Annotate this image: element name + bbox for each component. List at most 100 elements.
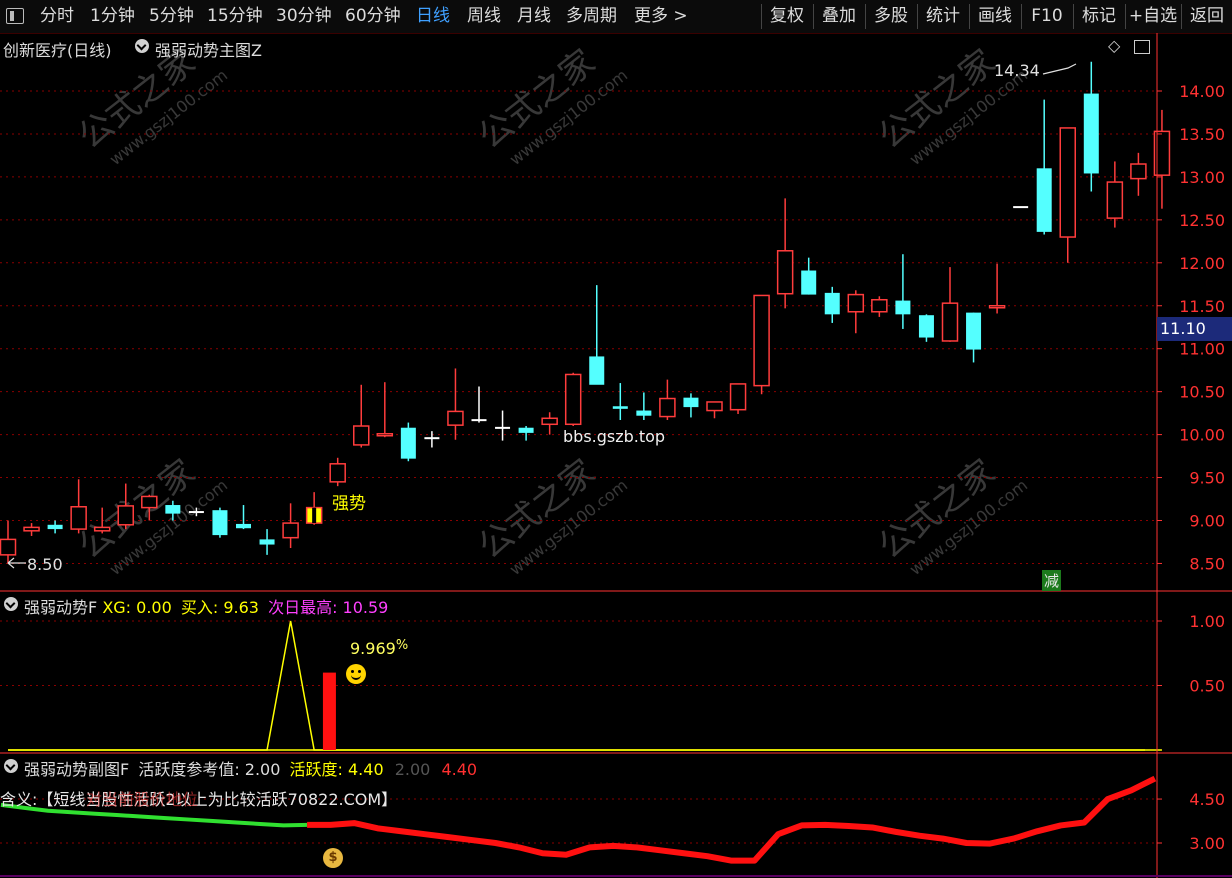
sub2-red-line — [307, 775, 1157, 864]
candle-body — [871, 298, 888, 313]
low-arrow — [7, 557, 26, 569]
sub2-v1: 2.00 — [394, 760, 431, 779]
candle-body — [1106, 181, 1124, 219]
candle-body — [471, 419, 487, 422]
candle-body — [659, 397, 676, 418]
candle — [471, 386, 487, 423]
candle-body — [918, 315, 934, 338]
candle-body — [1083, 93, 1099, 174]
sub2-meaning-open: 【 — [37, 790, 54, 809]
candle — [259, 529, 275, 555]
window-toggle-icon[interactable] — [1134, 40, 1150, 54]
tick-label: 3.00 — [1189, 834, 1225, 853]
candle-body — [518, 427, 534, 433]
sub1-dropdown-icon[interactable] — [4, 597, 18, 611]
candle-body — [282, 522, 299, 539]
candle — [329, 457, 346, 487]
sub2-v2: 4.40 — [441, 760, 478, 779]
sub1-pct-label: 9.969% — [350, 638, 408, 658]
sub1-buy: 买入: 9.63 — [180, 598, 259, 617]
candle-body — [376, 432, 394, 437]
tick-label: 10.00 — [1179, 426, 1225, 445]
candle-body — [1036, 168, 1052, 232]
candle-body — [683, 397, 699, 408]
candle — [1013, 206, 1029, 209]
sub1-next-high: 次日最高: 10.59 — [268, 598, 389, 617]
tick-label: 10.50 — [1179, 383, 1225, 402]
main-indicator-name[interactable]: 强弱动势主图Z — [155, 37, 262, 61]
sub1-name[interactable]: 强弱动势F — [24, 598, 97, 617]
axis-layer: 8.50 9.00 9.50 10.00 10.50 11.00 11.50 12.00 12.… — [0, 33, 1232, 878]
candle-body — [329, 463, 346, 483]
sub2-meaning-prefix: 含义: — [0, 790, 38, 809]
candle — [753, 294, 770, 395]
candle-body — [141, 495, 158, 509]
candle — [1130, 152, 1147, 196]
candle-body — [236, 523, 251, 529]
candle-body — [541, 417, 558, 426]
smiley-icon — [346, 664, 366, 684]
candle — [518, 426, 534, 441]
candle — [47, 520, 63, 534]
tick-label: 12.50 — [1179, 211, 1225, 230]
candle-body — [776, 250, 794, 295]
current-price-tag: 11.10 — [1157, 317, 1232, 341]
candle — [353, 384, 370, 448]
candle — [23, 523, 40, 536]
candle — [1106, 161, 1124, 228]
sub2-meaning: 含义:【短线当股性活跃2以上为比较活跃70822.COM】 — [0, 786, 397, 810]
money-bag-icon: $ — [323, 848, 343, 868]
candle-body — [259, 539, 275, 545]
candle-body — [93, 526, 111, 532]
candle — [305, 492, 323, 525]
sub2-activity: 活跃度: 4.40 — [289, 760, 384, 779]
candle-body — [966, 312, 982, 350]
candle-body — [729, 383, 747, 411]
tick-label: 14.00 — [1179, 82, 1225, 101]
signal-mark-badge: 减 — [1042, 570, 1062, 591]
candle — [636, 392, 652, 420]
candle — [941, 267, 959, 342]
tick-label: 4.50 — [1189, 790, 1225, 809]
candle-body — [117, 505, 134, 526]
sub1-xg: XG: 0.00 — [102, 598, 172, 617]
candle-body — [564, 373, 582, 426]
candle-body-inner — [312, 507, 317, 524]
candle-body — [988, 305, 1006, 309]
candle — [495, 410, 511, 441]
candle — [282, 503, 299, 548]
candle-body — [753, 294, 770, 387]
candle-body — [447, 410, 464, 426]
candle — [895, 254, 911, 329]
candle — [236, 505, 251, 530]
candle-body — [188, 511, 204, 514]
candle — [1036, 99, 1052, 235]
candle — [564, 372, 582, 427]
candle-body — [353, 425, 370, 446]
high-price-label: 14.34 — [994, 61, 1040, 80]
candle-body — [636, 410, 652, 416]
sub1-bar — [322, 672, 336, 750]
candle-body — [0, 538, 17, 556]
candle-body — [1013, 206, 1029, 209]
candle-body — [424, 437, 440, 440]
tick-label: 8.50 — [1189, 554, 1225, 573]
dropdown-circle-icon[interactable] — [135, 39, 149, 53]
sub1-title: 强弱动势F XG: 0.00 买入: 9.63 次日最高: 10.59 — [24, 594, 388, 618]
candle — [447, 368, 464, 440]
sub2-meaning-close: 】 — [381, 790, 398, 809]
low-price-label: 8.50 — [27, 555, 63, 574]
tick-label: 13.50 — [1179, 125, 1225, 144]
candle-body — [1059, 127, 1076, 238]
candle — [801, 257, 817, 295]
candle — [776, 198, 794, 309]
candle — [824, 286, 840, 323]
sub2-name[interactable]: 强弱动势副图F — [24, 760, 129, 779]
diamond-icon[interactable]: ◇ — [1108, 36, 1120, 55]
sub2-dropdown-icon[interactable] — [4, 759, 18, 773]
signal-label: 强势 — [332, 494, 366, 514]
candle-body — [1130, 163, 1147, 180]
candle — [541, 412, 558, 435]
tick-label: 0.50 — [1189, 677, 1225, 696]
candle — [1083, 61, 1099, 192]
